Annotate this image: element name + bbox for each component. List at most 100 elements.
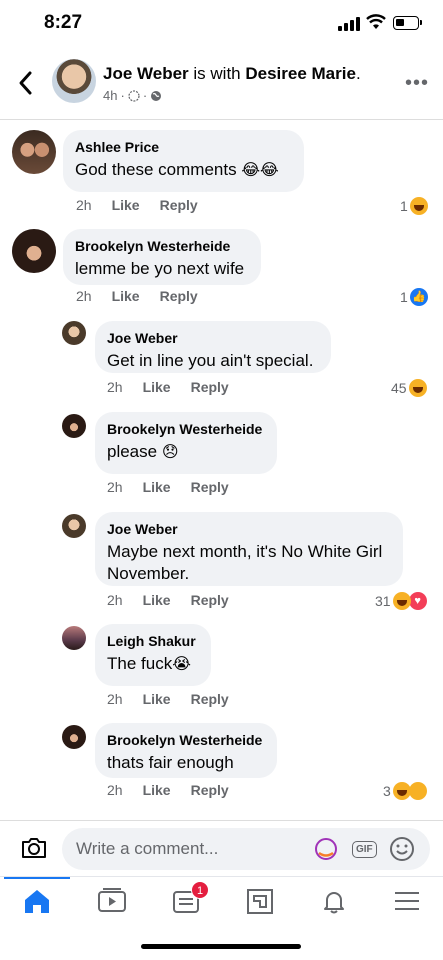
more-options-icon[interactable]: ••• (405, 73, 429, 93)
avatar[interactable] (12, 130, 56, 174)
comment-actions: 2h Like Reply (76, 288, 198, 304)
comment-actions: 2h Like Reply (107, 592, 229, 608)
avatar[interactable] (62, 514, 86, 538)
comment-bubble: Brookelyn Westerheide thats fair enough (95, 723, 277, 778)
commenter-name[interactable]: Leigh Shakur (107, 633, 199, 649)
clock-icon (128, 89, 140, 102)
sad-icon (408, 782, 427, 800)
author-avatar[interactable] (52, 59, 96, 103)
comment-actions: 2h Like Reply (107, 479, 229, 495)
commenter-name[interactable]: Joe Weber (107, 330, 319, 346)
separator: · (120, 88, 125, 103)
avatar[interactable] (62, 414, 86, 438)
avatar-sticker-icon[interactable] (314, 836, 340, 862)
reply-button[interactable]: Reply (191, 782, 229, 798)
like-button[interactable]: Like (143, 592, 171, 608)
reply-button[interactable]: Reply (191, 691, 229, 707)
post-meta: 4h · · (103, 88, 162, 103)
comment-time: 2h (107, 782, 123, 798)
menu-icon[interactable] (392, 887, 422, 915)
comment-bubble: Joe Weber Maybe next month, it's No Whit… (95, 512, 403, 586)
commenter-name[interactable]: Ashlee Price (75, 139, 292, 155)
comment-composer: GIF (0, 820, 443, 876)
like-button[interactable]: Like (112, 288, 140, 304)
avatar[interactable] (12, 229, 56, 273)
reaction-summary[interactable]: 1 👍 (400, 288, 428, 306)
post-title: Joe Weber is with Desiree Marie. (103, 64, 361, 84)
like-button[interactable]: Like (143, 379, 171, 395)
like-button[interactable]: Like (143, 691, 171, 707)
reaction-summary[interactable]: 45 (391, 379, 427, 397)
commenter-name[interactable]: Joe Weber (107, 521, 391, 537)
comment-time: 2h (107, 691, 123, 707)
with-text: is with (188, 64, 246, 83)
avatar[interactable] (62, 321, 86, 345)
comment-text: please 😞 (107, 442, 179, 461)
like-icon: 👍 (409, 288, 428, 306)
comment-bubble: Brookelyn Westerheide lemme be yo next w… (63, 229, 261, 285)
comment-time: 2h (76, 288, 92, 304)
reaction-count: 45 (391, 380, 407, 396)
comment-text: Get in line you ain't special. (107, 351, 314, 370)
status-time: 8:27 (44, 12, 83, 33)
battery-icon (393, 16, 422, 30)
author-name[interactable]: Joe Weber (103, 64, 189, 83)
post-age: 4h (103, 88, 118, 103)
like-button[interactable]: Like (143, 479, 171, 495)
reply-button[interactable]: Reply (191, 379, 229, 395)
camera-icon[interactable] (20, 835, 48, 861)
reaction-count: 1 (400, 198, 408, 214)
comment-actions: 2h Like Reply (107, 782, 229, 798)
reply-button[interactable]: Reply (191, 479, 229, 495)
gif-button[interactable]: GIF (352, 840, 377, 858)
avatar[interactable] (62, 626, 86, 650)
haha-icon (409, 197, 428, 215)
comment-text: The fuck😭 (107, 654, 191, 673)
emoji-icon[interactable] (389, 836, 415, 862)
reaction-count: 1 (400, 289, 408, 305)
globe-icon (151, 90, 162, 101)
comment-text: thats fair enough (107, 753, 234, 772)
notifications-tab[interactable]: 1 (171, 881, 209, 915)
reaction-summary[interactable]: 31 ♥ (375, 592, 427, 610)
tagged-name[interactable]: Desiree Marie (245, 64, 356, 83)
like-button[interactable]: Like (143, 782, 171, 798)
comment-actions: 2h Like Reply (76, 197, 198, 213)
laughing-emoji: 😂😂 (241, 162, 279, 179)
haha-icon (408, 379, 427, 397)
reply-button[interactable]: Reply (160, 197, 198, 213)
signal-icon (338, 17, 360, 31)
status-bar: 8:27 (0, 0, 443, 50)
reply-button[interactable]: Reply (160, 288, 198, 304)
post-header: Joe Weber is with Desiree Marie. 4h · · … (0, 50, 443, 120)
reaction-summary[interactable]: 3 (383, 782, 427, 800)
comment-bubble: Ashlee Price God these comments 😂😂 (63, 130, 304, 192)
notification-badge: 1 (191, 881, 209, 899)
crying-emoji: 😭 (172, 656, 191, 673)
home-icon[interactable] (22, 887, 52, 915)
commenter-name[interactable]: Brookelyn Westerheide (75, 238, 249, 254)
like-button[interactable]: Like (112, 197, 140, 213)
bell-icon[interactable] (319, 887, 349, 915)
sad-emoji: 😞 (161, 444, 179, 461)
back-arrow-icon[interactable] (14, 68, 38, 98)
comment-time: 2h (76, 197, 92, 213)
reaction-count: 31 (375, 593, 391, 609)
marketplace-icon[interactable] (245, 887, 275, 915)
reaction-summary[interactable]: 1 (400, 197, 428, 215)
comment-actions: 2h Like Reply (107, 379, 229, 395)
comment-bubble: Leigh Shakur The fuck😭 (95, 624, 211, 686)
comment-actions: 2h Like Reply (107, 691, 229, 707)
period: . (355, 64, 361, 83)
commenter-name[interactable]: Brookelyn Westerheide (107, 732, 265, 748)
wifi-icon (366, 14, 386, 29)
comment-text: lemme be yo next wife (75, 259, 245, 278)
watch-icon[interactable] (97, 887, 127, 915)
avatar[interactable] (62, 725, 86, 749)
commenter-name[interactable]: Brookelyn Westerheide (107, 421, 265, 437)
home-indicator (141, 944, 301, 949)
love-icon: ♥ (408, 592, 427, 610)
comment-bubble: Joe Weber Get in line you ain't special. (95, 321, 331, 373)
reply-button[interactable]: Reply (191, 592, 229, 608)
comment-text: Maybe next month, it's No White Girl Nov… (107, 542, 383, 583)
